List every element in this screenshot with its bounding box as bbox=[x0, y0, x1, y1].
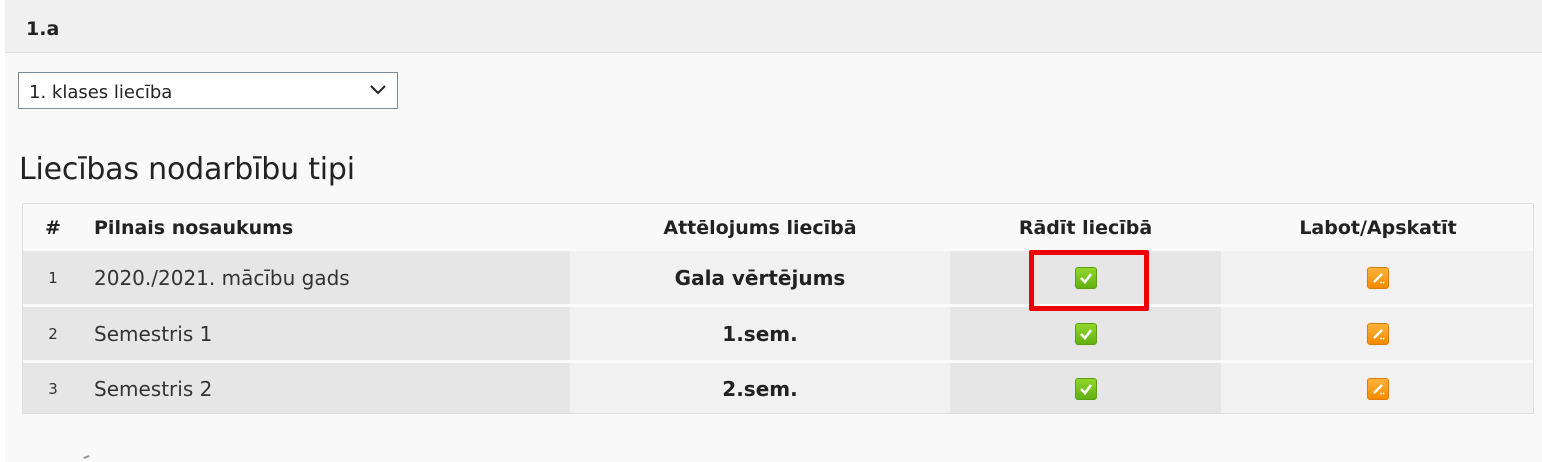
edit-pencil-icon[interactable] bbox=[1367, 322, 1389, 345]
class-panel: 1.a 1. klases liecība Liecības nodarbību… bbox=[5, 0, 1542, 462]
class-name: 1.a bbox=[26, 18, 60, 40]
column-header-edit: Labot/Apskatīt bbox=[1299, 216, 1457, 239]
column-header-display: Attēlojums liecībā bbox=[663, 216, 857, 239]
row-display-name: 1.sem. bbox=[570, 307, 950, 360]
table-row: 2 Semestris 1 1.sem. bbox=[23, 307, 1533, 363]
row-display-name: Gala vērtējums bbox=[570, 251, 950, 304]
row-full-name: Semestris 2 bbox=[83, 363, 570, 413]
checkbox-checked-icon[interactable] bbox=[1074, 322, 1097, 345]
table-row: 1 2020./2021. mācību gads Gala vērtējums bbox=[23, 251, 1533, 307]
panel-header: 1.a bbox=[5, 0, 1542, 53]
column-header-number: # bbox=[45, 216, 61, 239]
column-header-show: Rādīt liecībā bbox=[1018, 216, 1153, 239]
row-edit-cell bbox=[1221, 307, 1533, 360]
highlight-box bbox=[1029, 250, 1149, 311]
row-number: 1 bbox=[23, 251, 83, 304]
checkbox-checked-icon[interactable] bbox=[1074, 378, 1097, 400]
row-full-name: Semestris 1 bbox=[83, 307, 570, 360]
row-display-name: 2.sem. bbox=[570, 363, 950, 413]
table-header-row: # Pilnais nosaukums Attēlojums liecībā R… bbox=[23, 204, 1533, 251]
chevron-down-icon bbox=[370, 85, 386, 95]
row-full-name: 2020./2021. mācību gads bbox=[83, 251, 570, 304]
certificate-types-table: # Pilnais nosaukums Attēlojums liecībā R… bbox=[22, 203, 1534, 414]
column-header-full-name: Pilnais nosaukums bbox=[94, 216, 294, 239]
certificate-select[interactable]: 1. klases liecība bbox=[18, 72, 398, 109]
row-show-cell bbox=[950, 307, 1221, 360]
row-number: 3 bbox=[23, 363, 83, 413]
edit-pencil-icon[interactable] bbox=[1367, 266, 1389, 289]
table-row: 3 Semestris 2 2.sem. bbox=[23, 363, 1533, 413]
row-number: 2 bbox=[23, 307, 83, 360]
certificate-select-value: 1. klases liecība bbox=[29, 82, 173, 103]
section-title: Liecības nodarbību tipi bbox=[19, 152, 355, 187]
row-edit-cell bbox=[1221, 363, 1533, 413]
row-show-cell bbox=[950, 363, 1221, 413]
edit-pencil-icon[interactable] bbox=[1367, 378, 1389, 400]
row-edit-cell bbox=[1221, 251, 1533, 304]
